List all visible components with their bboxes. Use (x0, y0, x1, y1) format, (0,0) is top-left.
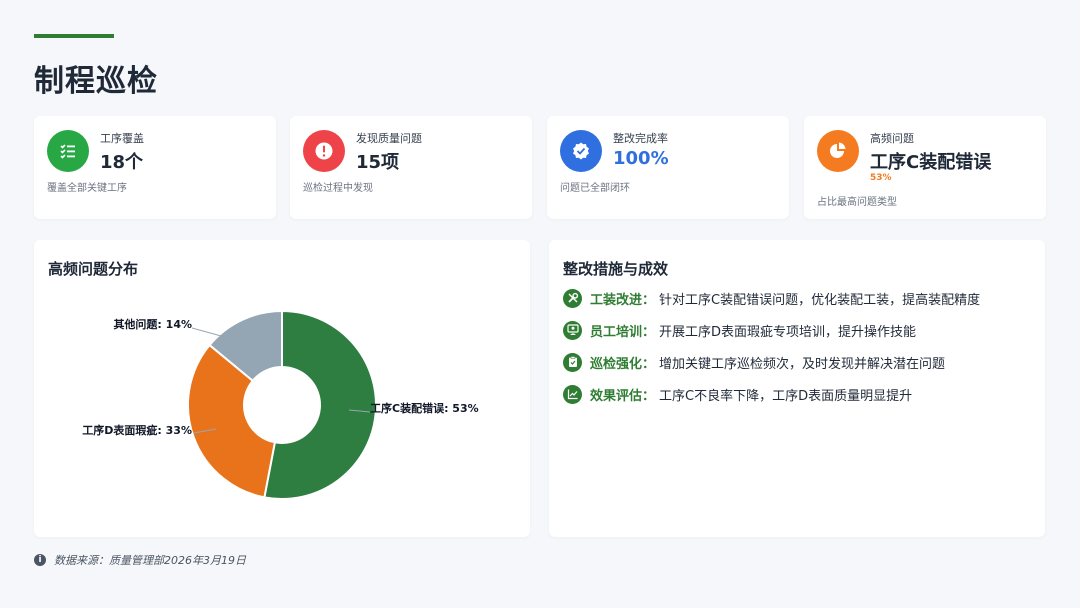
kpi-value: 100% (613, 148, 669, 169)
wrench-icon (563, 288, 582, 308)
kpi-description: 问题已全部闭环 (560, 183, 630, 194)
kpi-value: 工序C装配错误 (870, 152, 992, 173)
measure-text: 开展工序D表面瑕疵专项培训，提升操作技能 (659, 324, 917, 340)
kpi-card-frequent-issue: 高频问题 工序C装配错误 53% 占比最高问题类型 (804, 116, 1046, 219)
measure-item: 员工培训：开展工序D表面瑕疵专项培训，提升操作技能 (563, 320, 916, 340)
trend-chart-icon (563, 384, 582, 404)
kpi-card-quality-issues: 发现质量问题 15项 巡检过程中发现 (290, 116, 532, 219)
measure-key: 效果评估 (590, 388, 643, 404)
measure-separator: ： (642, 356, 656, 372)
measure-key: 员工培训 (590, 324, 643, 340)
measure-key: 巡检强化 (590, 356, 643, 372)
slice-label: 工序D表面瑕疵: 33% (82, 423, 192, 437)
trainer-icon (563, 320, 582, 340)
title-accent-bar (34, 34, 114, 38)
kpi-value: 18个 (100, 152, 144, 173)
info-icon: i (34, 554, 46, 566)
kpi-percentage: 53% (870, 173, 892, 183)
measure-item: 巡检强化：增加关键工序巡检频次，及时发现并解决潜在问题 (563, 352, 945, 372)
kpi-label: 高频问题 (870, 132, 914, 145)
data-source-footer: i 数据来源：质量管理部2026年3月19日 (34, 552, 246, 568)
kpi-label: 整改完成率 (613, 132, 668, 145)
kpi-description: 巡检过程中发现 (303, 183, 373, 194)
kpi-card-process-coverage: 工序覆盖 18个 覆盖全部关键工序 (34, 116, 276, 219)
kpi-label: 发现质量问题 (356, 132, 422, 145)
measure-separator: ： (642, 292, 656, 308)
kpi-description: 占比最高问题类型 (817, 197, 897, 208)
issue-distribution-panel: 高频问题分布 工序C装配错误: 53% 工序D表面瑕疵: 33% 其他问题: 14% (34, 240, 530, 537)
kpi-card-rectification-rate: 整改完成率 100% 问题已全部闭环 (547, 116, 789, 219)
measure-text: 增加关键工序巡检频次，及时发现并解决潜在问题 (659, 356, 946, 372)
measure-text: 针对工序C装配错误问题，优化装配工装，提高装配精度 (659, 292, 981, 308)
measure-item: 工装改进：针对工序C装配错误问题，优化装配工装，提高装配精度 (563, 288, 980, 308)
kpi-description: 覆盖全部关键工序 (47, 183, 127, 194)
check-badge-icon (560, 130, 602, 172)
measure-separator: ： (642, 388, 656, 404)
kpi-value: 15项 (356, 152, 400, 173)
slice-label: 工序C装配错误: 53% (370, 401, 479, 415)
kpi-label: 工序覆盖 (100, 132, 144, 145)
measure-item: 效果评估：工序C不良率下降，工序D表面质量明显提升 (563, 384, 912, 404)
slice-label: 其他问题: 14% (113, 317, 192, 331)
panel-title: 整改措施与成效 (563, 260, 669, 278)
data-source-text: 数据来源：质量管理部2026年3月19日 (54, 554, 246, 567)
exclamation-icon (303, 130, 345, 172)
donut-chart: 工序C装配错误: 53% 工序D表面瑕疵: 33% 其他问题: 14% (82, 309, 479, 500)
pie-chart-icon (817, 130, 859, 172)
measure-text: 工序C不良率下降，工序D表面质量明显提升 (659, 388, 913, 404)
checklist-icon (47, 130, 89, 172)
clipboard-icon (563, 352, 582, 372)
page-title: 制程巡检 (34, 64, 158, 99)
measure-key: 工装改进 (590, 292, 643, 308)
measures-panel: 整改措施与成效 工装改进：针对工序C装配错误问题，优化装配工装，提高装配精度 员… (549, 240, 1045, 537)
measure-separator: ： (642, 324, 656, 340)
